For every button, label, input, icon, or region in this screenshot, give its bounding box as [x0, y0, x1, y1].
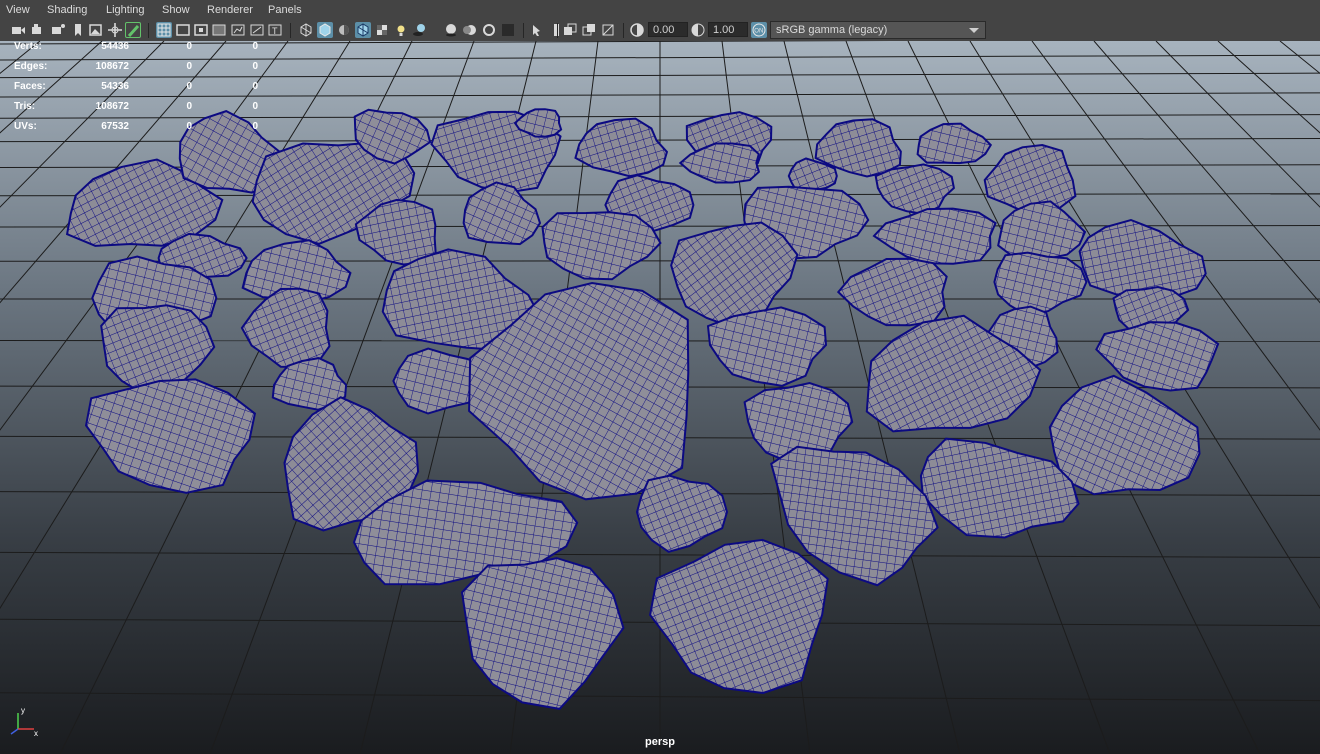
z-axis-line	[10, 728, 19, 735]
screen-space-ao-icon[interactable]	[443, 22, 459, 38]
view-axis-indicator: y x	[10, 706, 38, 738]
field-chart-icon[interactable]	[230, 22, 246, 38]
motion-blur-icon[interactable]	[462, 22, 478, 38]
hud-row-edges: Edges: 108672 0 0	[14, 61, 258, 72]
resolution-gate-icon[interactable]	[193, 22, 209, 38]
menu-show[interactable]: Show	[162, 4, 190, 16]
perspective-viewport[interactable]: Verts: 54436 0 0 Edges: 108672 0 0 Faces…	[0, 41, 1320, 754]
svg-text:ON: ON	[754, 29, 763, 35]
chevron-down-icon	[969, 28, 979, 33]
textured-icon[interactable]	[374, 22, 390, 38]
color-space-value: sRGB gamma (legacy)	[776, 24, 888, 36]
backface-culling-icon[interactable]	[600, 22, 616, 38]
svg-text:T: T	[272, 26, 278, 36]
menu-lighting[interactable]: Lighting	[106, 4, 145, 16]
safe-action-icon[interactable]	[249, 22, 265, 38]
gate-mask-icon[interactable]	[211, 22, 227, 38]
gamma-icon[interactable]	[690, 22, 706, 38]
panel-toolbar: T 0.00 1.00 ON sRGB gamma (legacy)	[0, 20, 1320, 42]
exposure-icon[interactable]	[629, 22, 645, 38]
camera-bookmark-icon[interactable]	[50, 22, 66, 38]
color-space-dropdown[interactable]: sRGB gamma (legacy)	[770, 21, 986, 39]
film-gate-icon[interactable]	[175, 22, 191, 38]
hud-row-tris: Tris: 108672 0 0	[14, 101, 258, 112]
scene-canvas[interactable]	[0, 41, 1320, 754]
camera-name-label: persp	[645, 736, 675, 748]
move-tool-icon[interactable]	[107, 22, 123, 38]
depth-of-field-icon[interactable]	[500, 22, 516, 38]
hud-row-uvs: UVs: 67532 0 0	[14, 121, 258, 132]
wireframe-icon[interactable]	[298, 22, 314, 38]
wireframe-on-shaded-icon[interactable]	[355, 22, 371, 38]
grease-pencil-icon[interactable]	[125, 22, 141, 38]
camera-attributes-icon[interactable]	[30, 22, 46, 38]
hud-row-verts: Verts: 54436 0 0	[14, 41, 258, 52]
bookmark-icon[interactable]	[70, 22, 86, 38]
anti-aliasing-icon[interactable]	[481, 22, 497, 38]
grid-toggle-icon[interactable]	[156, 22, 172, 38]
xray-active-components-icon[interactable]	[562, 22, 578, 38]
hud-row-faces: Faces: 54336 0 0	[14, 81, 258, 92]
default-material-icon[interactable]	[336, 22, 352, 38]
menu-view[interactable]: View	[6, 4, 30, 16]
shadows-icon[interactable]	[412, 22, 428, 38]
image-plane-icon[interactable]	[88, 22, 104, 38]
safe-title-icon[interactable]: T	[267, 22, 283, 38]
viewport-menu-bar: View Shading Lighting Show Renderer Pane…	[0, 0, 1320, 20]
exposure-field[interactable]: 0.00	[648, 22, 688, 37]
xray-joints-icon[interactable]	[581, 22, 597, 38]
select-camera-icon[interactable]	[10, 22, 26, 38]
isolate-select-icon[interactable]	[530, 22, 546, 38]
lights-icon[interactable]	[393, 22, 409, 38]
poly-count-hud: Verts: 54436 0 0 Edges: 108672 0 0 Faces…	[0, 41, 280, 141]
color-management-toggle-icon[interactable]: ON	[751, 22, 767, 38]
gamma-field[interactable]: 1.00	[708, 22, 748, 37]
y-axis-label: y	[21, 706, 25, 715]
menu-panels[interactable]: Panels	[268, 4, 302, 16]
menu-renderer[interactable]: Renderer	[207, 4, 253, 16]
menu-shading[interactable]: Shading	[47, 4, 87, 16]
smooth-shade-icon[interactable]	[317, 22, 333, 38]
